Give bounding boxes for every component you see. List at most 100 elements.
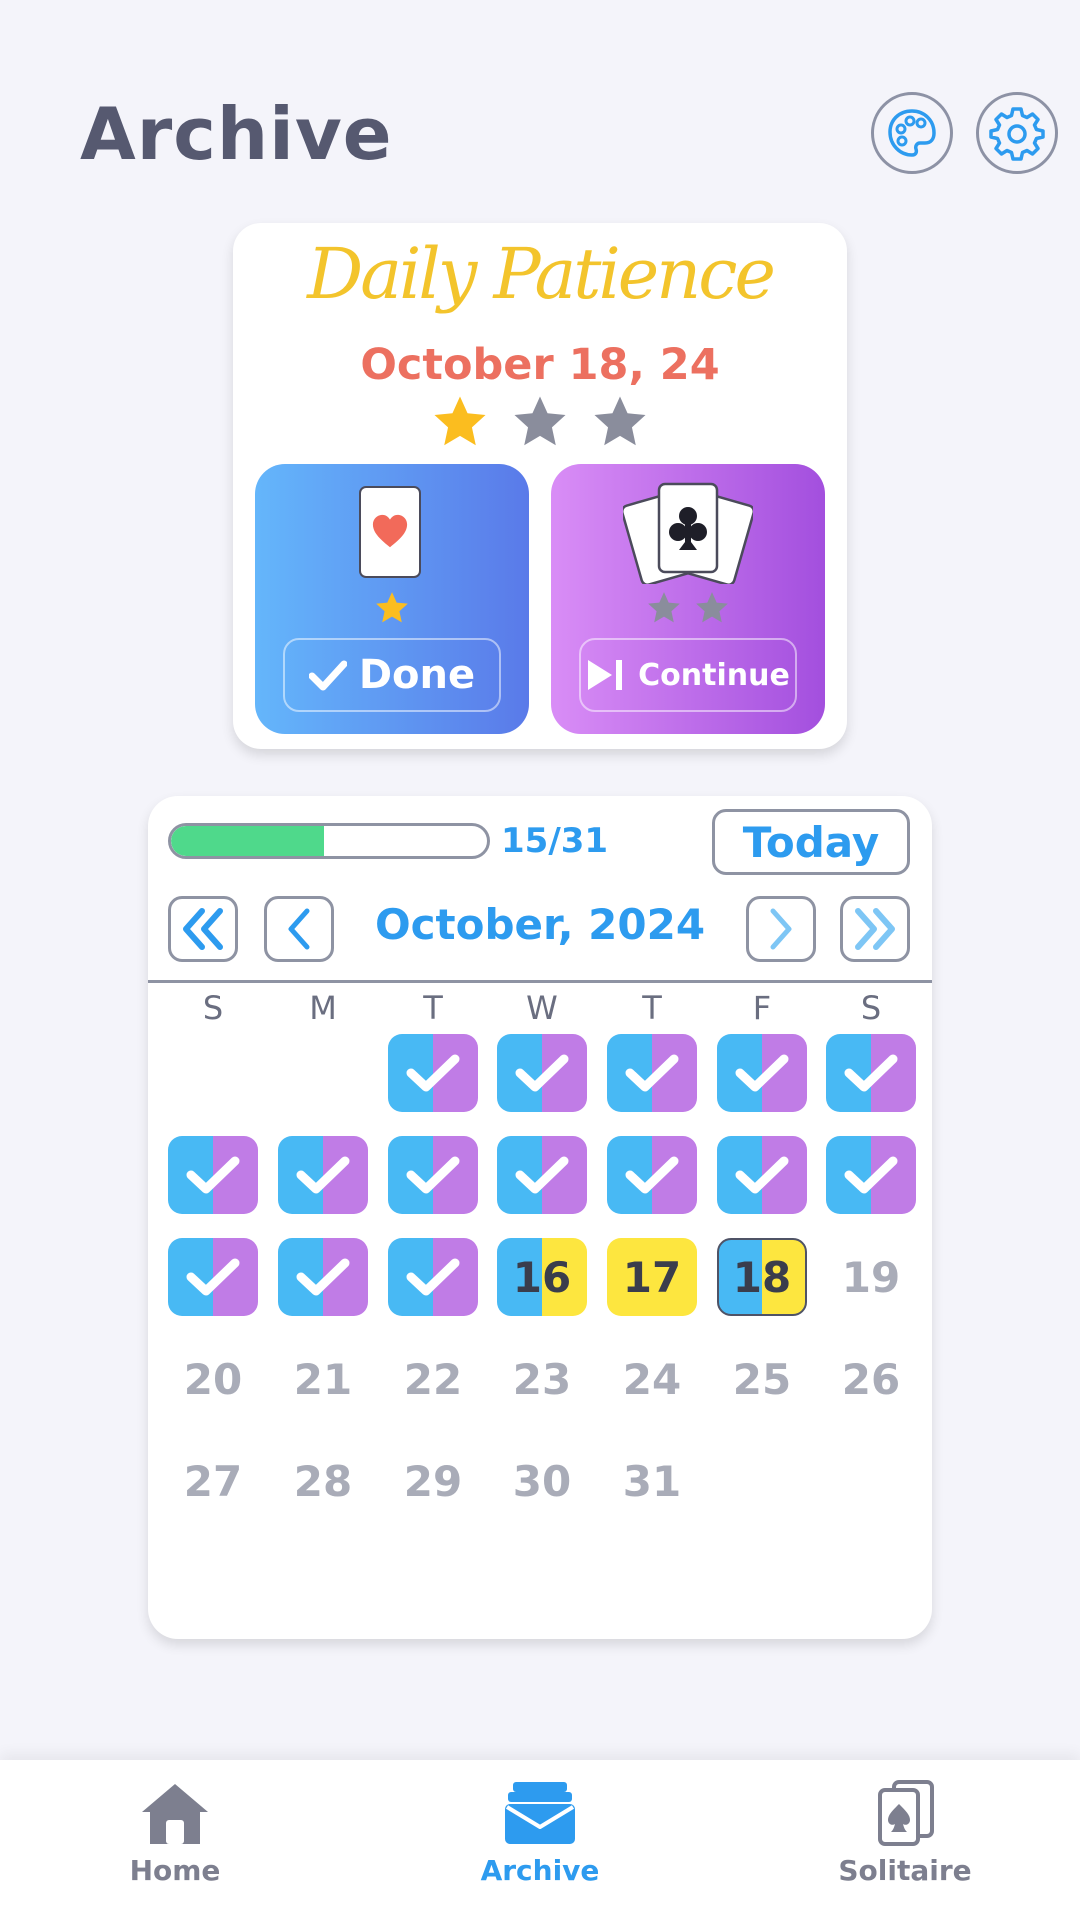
heart-card-icon: [359, 486, 421, 578]
weekday-label: W: [526, 989, 558, 1027]
settings-button[interactable]: [976, 92, 1058, 174]
star-empty-icon: [594, 396, 646, 446]
check-icon: [844, 1054, 898, 1092]
calendar-day-5[interactable]: [826, 1034, 916, 1112]
weekday-label: M: [309, 989, 337, 1027]
check-icon: [625, 1156, 679, 1194]
double-mode-stars: [551, 590, 825, 626]
calendar-day-27: 27: [183, 1456, 243, 1506]
check-icon: [625, 1054, 679, 1092]
calendar-day-10[interactable]: [607, 1136, 697, 1214]
calendar-day-15[interactable]: [388, 1238, 478, 1316]
nav-home[interactable]: Home: [75, 1780, 275, 1887]
calendar-day-1[interactable]: [388, 1034, 478, 1112]
month-label: October, 2024: [374, 900, 706, 949]
today-button[interactable]: Today: [712, 809, 910, 875]
double-chevron-left-icon: [183, 908, 223, 950]
nav-solitaire[interactable]: Solitaire: [805, 1780, 1005, 1887]
daily-stars: [233, 393, 847, 451]
check-icon: [735, 1054, 789, 1092]
calendar-day-4[interactable]: [717, 1034, 807, 1112]
done-button[interactable]: Done: [283, 638, 501, 712]
star-empty-icon: [696, 592, 728, 623]
classic-mode-tile[interactable]: Done: [255, 464, 529, 734]
calendar-day-20: 20: [183, 1354, 243, 1404]
calendar-day-21: 21: [293, 1354, 353, 1404]
calendar-day-6[interactable]: [168, 1136, 258, 1214]
calendar-day-25: 25: [732, 1354, 792, 1404]
continue-label: Continue: [638, 657, 790, 693]
star-filled-icon: [434, 396, 486, 446]
solitaire-cards-icon: [878, 1780, 934, 1846]
calendar-day-17[interactable]: 17: [607, 1238, 697, 1316]
archive-icon: [505, 1782, 575, 1844]
next-year-button[interactable]: [840, 896, 910, 962]
weekday-label: T: [642, 989, 662, 1027]
club-cards-icon: [623, 482, 753, 584]
double-chevron-right-icon: [855, 908, 895, 950]
chevron-right-icon: [770, 908, 792, 950]
check-icon: [296, 1156, 350, 1194]
check-icon: [844, 1156, 898, 1194]
calendar-day-19: 19: [841, 1252, 901, 1302]
continue-button[interactable]: Continue: [579, 638, 797, 712]
weekday-label: S: [860, 989, 882, 1027]
classic-mode-stars: [255, 590, 529, 626]
check-icon: [296, 1258, 350, 1296]
calendar-day-13[interactable]: [168, 1238, 258, 1316]
palette-button[interactable]: [871, 92, 953, 174]
check-icon: [406, 1054, 460, 1092]
next-month-button[interactable]: [746, 896, 816, 962]
progress-fill: [171, 826, 324, 856]
done-label: Done: [358, 652, 476, 698]
calendar-day-30: 30: [512, 1456, 572, 1506]
calendar-divider: [148, 980, 932, 983]
star-empty-icon: [514, 396, 566, 446]
calendar-day-11[interactable]: [717, 1136, 807, 1214]
home-icon: [142, 1784, 208, 1844]
check-icon: [515, 1054, 569, 1092]
double-mode-tile[interactable]: Continue: [551, 464, 825, 734]
bottom-navigation: Home Archive Solitaire: [0, 1760, 1080, 1920]
weekday-header: SMTWTFS: [148, 989, 932, 1029]
monthly-progress-bar: [168, 823, 490, 859]
daily-patience-card: Daily Patience October 18, 24 Done Conti…: [233, 223, 847, 749]
check-icon: [186, 1156, 240, 1194]
weekday-label: F: [752, 989, 772, 1027]
play-next-icon: [588, 660, 623, 690]
previous-year-button[interactable]: [168, 896, 238, 962]
check-icon: [186, 1258, 240, 1296]
calendar-day-12[interactable]: [826, 1136, 916, 1214]
check-icon: [406, 1258, 460, 1296]
daily-heading: Daily Patience: [307, 233, 776, 315]
nav-archive[interactable]: Archive: [440, 1780, 640, 1887]
palette-icon: [888, 109, 936, 157]
check-icon: [308, 660, 347, 691]
calendar-day-9[interactable]: [497, 1136, 587, 1214]
calendar-card: 15/31 Today October, 2024 S M T W T F S 16 17 18…: [148, 796, 932, 1639]
calendar-day-24: 24: [622, 1354, 682, 1404]
calendar-day-8[interactable]: [388, 1136, 478, 1214]
star-empty-icon: [648, 592, 680, 623]
calendar-day-29: 29: [403, 1456, 463, 1506]
calendar-day-16[interactable]: 16: [497, 1238, 587, 1316]
weekday-label: T: [423, 989, 443, 1027]
star-filled-icon: [376, 592, 408, 623]
calendar-day-2[interactable]: [497, 1034, 587, 1112]
check-icon: [735, 1156, 789, 1194]
weekday-label: S: [202, 989, 224, 1027]
nav-archive-label: Archive: [480, 1854, 600, 1887]
check-icon: [515, 1156, 569, 1194]
progress-count: 15/31: [501, 821, 609, 861]
daily-date: October 18, 24: [360, 340, 720, 390]
calendar-day-31: 31: [622, 1456, 682, 1506]
calendar-day-18[interactable]: 18: [717, 1238, 807, 1316]
check-icon: [406, 1156, 460, 1194]
calendar-day-14[interactable]: [278, 1238, 368, 1316]
calendar-day-26: 26: [841, 1354, 901, 1404]
nav-home-label: Home: [129, 1854, 221, 1887]
calendar-day-3[interactable]: [607, 1034, 697, 1112]
calendar-day-7[interactable]: [278, 1136, 368, 1214]
nav-solitaire-label: Solitaire: [838, 1854, 972, 1887]
page-title: Archive: [80, 92, 393, 176]
